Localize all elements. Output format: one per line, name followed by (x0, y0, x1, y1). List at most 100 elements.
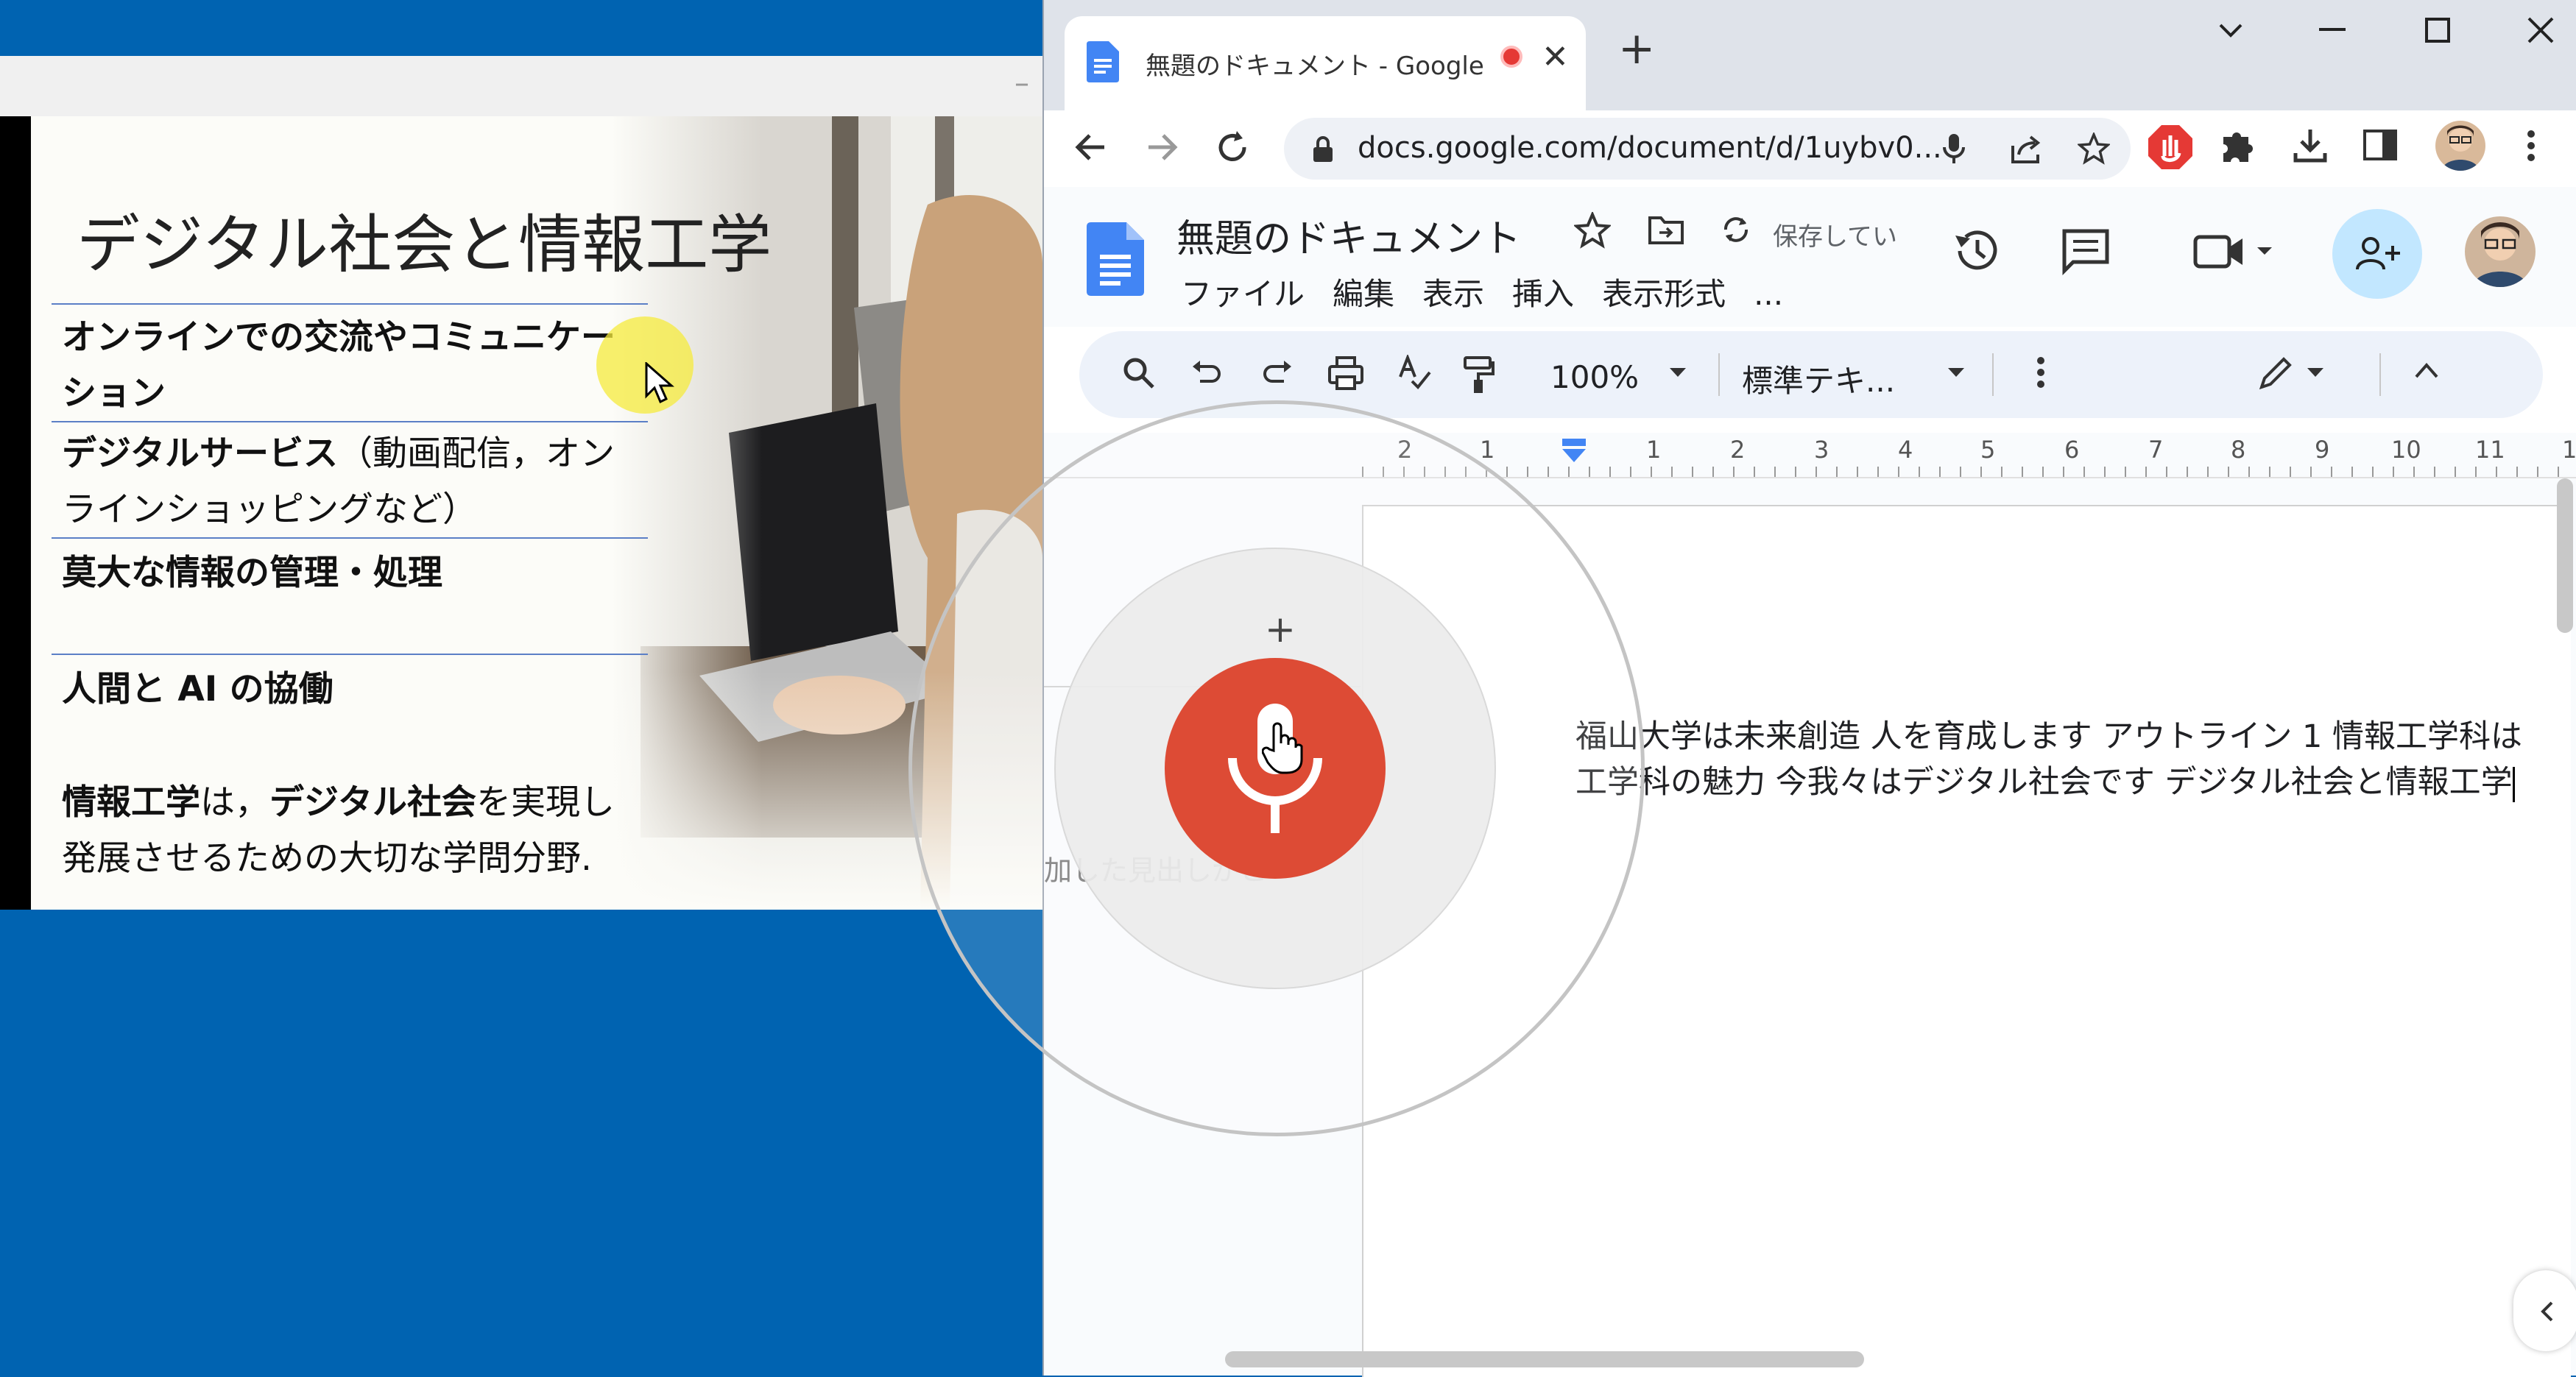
slide-divider (52, 303, 648, 305)
meet-video-icon[interactable] (2192, 233, 2273, 271)
redo-icon[interactable] (1260, 355, 1294, 389)
slide-divider (52, 421, 648, 422)
slide-window-titlebar[interactable]: – (0, 56, 1042, 116)
tab-active[interactable]: 無題のドキュメント - Google ドキ ✕ (1065, 16, 1586, 110)
version-history-icon[interactable] (1951, 225, 2002, 277)
menu-format[interactable]: 表示形式 (1602, 276, 1726, 312)
menu-file[interactable]: ファイル (1181, 276, 1305, 312)
save-status: 保存してい (1773, 222, 1897, 252)
more-vert-icon[interactable] (2525, 127, 2537, 165)
ruler-number: 5 (1980, 436, 1996, 464)
microphone-icon[interactable] (1941, 132, 1967, 165)
slide-bullet-2-cont: ラインショッピングなど） (62, 489, 477, 530)
maximize-icon[interactable] (2425, 18, 2450, 43)
chevron-left-icon (2541, 1301, 2553, 1322)
slide-divider (52, 654, 648, 655)
ruler-number: 11 (2475, 436, 2505, 464)
reload-icon[interactable] (1212, 127, 1253, 168)
ruler-number: 9 (2315, 436, 2330, 464)
hand-pointer-cursor-icon (1262, 722, 1303, 774)
side-panel-icon[interactable] (2362, 127, 2399, 163)
ruler-number: 1 (1646, 436, 1662, 464)
zoom-dropdown-icon[interactable] (1668, 367, 1687, 378)
menu-edit[interactable]: 編集 (1333, 276, 1394, 312)
minimize-icon[interactable]: – (1014, 66, 1029, 100)
indent-marker-icon[interactable] (1559, 437, 1589, 467)
back-icon[interactable] (1070, 127, 1112, 168)
mouse-cursor-icon (645, 362, 674, 404)
editing-mode-pencil-icon[interactable] (2257, 355, 2294, 392)
recording-icon (1500, 46, 1522, 68)
document-body[interactable]: 福山大学は未来創造 人を育成します アウトライン 1 情報工学科は 工学科の魅力… (1575, 714, 2569, 805)
slide-conclusion-line2: 発展させるための大切な学問分野. (62, 838, 592, 879)
ruler-number: 6 (2064, 436, 2080, 464)
slide-left-bar (0, 116, 31, 910)
address-bar[interactable]: docs.google.com/document/d/1uybv0... (1284, 118, 2131, 180)
star-icon[interactable] (1574, 212, 1611, 249)
collapse-menus-chevron-up-icon[interactable] (2413, 361, 2440, 380)
menu-view[interactable]: 表示 (1422, 276, 1484, 312)
ruler-number: 2 (1730, 436, 1746, 464)
spellcheck-icon[interactable] (1397, 355, 1433, 392)
toolbar-separator (1992, 353, 1994, 396)
ruler-number: 3 (1814, 436, 1829, 464)
tab-strip: 無題のドキュメント - Google ドキ ✕ + (1044, 0, 2576, 110)
download-icon[interactable] (2291, 127, 2329, 165)
toolbar-separator (2379, 353, 2381, 396)
slide-bullet-4: 人間と AI の協働 (62, 669, 334, 709)
ruler-number: 10 (2391, 436, 2421, 464)
close-icon[interactable] (2527, 16, 2555, 44)
toolbar-separator (1718, 353, 1720, 396)
menu-more[interactable]: ... (1754, 276, 1783, 312)
forward-icon[interactable] (1141, 127, 1182, 168)
slide-divider (52, 537, 648, 539)
vertical-scrollbar[interactable] (2557, 478, 2573, 633)
side-panel-toggle[interactable] (2513, 1270, 2576, 1351)
chevron-down-icon[interactable] (2216, 19, 2245, 41)
adblock-extension-icon[interactable] (2147, 124, 2194, 171)
undo-icon[interactable] (1190, 355, 1224, 389)
more-options-icon[interactable] (2036, 355, 2045, 390)
lock-icon[interactable] (1312, 135, 1334, 163)
extensions-puzzle-icon[interactable] (2219, 127, 2257, 165)
comments-icon[interactable] (2061, 228, 2110, 275)
move-to-folder-icon[interactable] (1648, 213, 1684, 246)
voice-typing-plus: + (1265, 608, 1296, 651)
ruler-number: 8 (2231, 436, 2246, 464)
slide-bullet-2: デジタルサービス（動画配信，オン (62, 433, 615, 474)
paragraph-style-select[interactable]: 標準テキ... (1742, 356, 1895, 401)
ruler-number: 7 (2148, 436, 2164, 464)
search-icon[interactable] (1121, 355, 1156, 390)
editing-mode-dropdown-icon[interactable] (2306, 367, 2325, 378)
document-line-1: 福山大学は未来創造 人を育成します アウトライン 1 情報工学科は (1575, 718, 2523, 755)
ruler-number: 1 (1480, 436, 1495, 464)
new-tab-button[interactable]: + (1618, 26, 1655, 71)
browser-toolbar: docs.google.com/document/d/1uybv0... (1044, 110, 2576, 187)
menu-insert[interactable]: 挿入 (1512, 276, 1574, 312)
tab-close-icon[interactable]: ✕ (1542, 38, 1569, 76)
slide-bullet-1: オンラインでの交流やコミュニケー (62, 317, 615, 358)
document-title[interactable]: 無題のドキュメント (1176, 208, 1521, 263)
ruler-ticks (1362, 467, 2576, 477)
style-dropdown-icon[interactable] (1947, 367, 1966, 378)
slide-canvas: デジタル社会と情報工学 オンラインでの交流やコミュニケー ション デジタルサービ… (0, 116, 1042, 910)
google-docs-logo-icon[interactable] (1087, 222, 1144, 296)
share-button[interactable] (2332, 209, 2422, 299)
zoom-select[interactable]: 100% (1550, 359, 1639, 395)
account-avatar[interactable] (2465, 216, 2536, 287)
sync-icon (1724, 217, 1748, 242)
horizontal-scrollbar[interactable] (1225, 1351, 1864, 1367)
print-icon[interactable] (1327, 355, 1365, 392)
bookmark-star-icon[interactable] (2078, 132, 2110, 165)
profile-avatar[interactable] (2435, 121, 2485, 171)
document-line-2: 工学科の魅力 今我々はデジタル社会です デジタル社会と情報工学 (1575, 760, 2569, 805)
slide-bullet-1-cont: ション (62, 373, 166, 414)
voice-typing-mic-button[interactable] (1165, 658, 1386, 879)
tab-title: 無題のドキュメント - Google ドキ (1146, 52, 1492, 81)
minimize-icon[interactable] (2319, 28, 2346, 32)
url-text[interactable]: docs.google.com/document/d/1uybv0... (1358, 131, 1942, 165)
share-icon[interactable] (2010, 132, 2044, 165)
paint-format-icon[interactable] (1462, 355, 1496, 394)
add-person-icon (2356, 237, 2400, 270)
slide-title: デジタル社会と情報工学 (77, 208, 772, 282)
